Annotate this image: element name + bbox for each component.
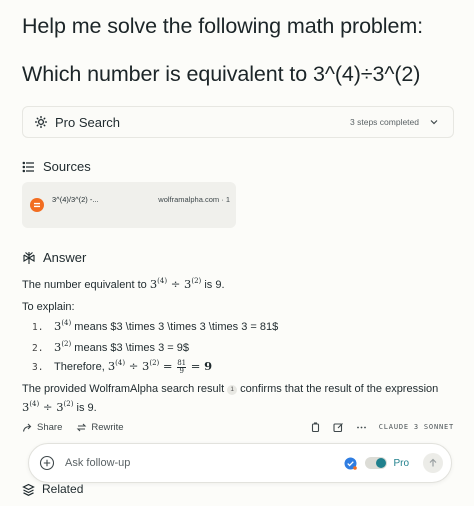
share-button[interactable]: Share: [22, 422, 62, 433]
closing-text: The provided WolframAlpha search result: [22, 383, 225, 395]
sources-heading: Sources: [22, 159, 91, 174]
list-number: 3.: [32, 362, 44, 373]
pro-toggle[interactable]: [365, 457, 388, 469]
list-text: means $3 \times 3 = 9$: [71, 342, 189, 354]
list-item: 1. 3(4) means $3 \times 3 \times 3 \times…: [22, 319, 278, 333]
citation-badge[interactable]: 1: [227, 385, 238, 395]
related-heading-label: Related: [42, 482, 84, 496]
layers-icon: [22, 483, 35, 496]
followup-input[interactable]: [65, 457, 325, 469]
perplexity-logo-icon: [22, 251, 36, 265]
list-number: 2.: [32, 343, 44, 354]
steps-completed-text: 3 steps completed: [350, 117, 419, 127]
question-line-1: Help me solve the following math problem…: [22, 14, 424, 38]
pro-search-label: Pro Search: [55, 114, 121, 130]
answer-intro-text: The number equivalent to: [22, 279, 150, 291]
math-equation: 3(4) ÷ 3(2) = 81 9 = 9: [107, 358, 213, 375]
more-icon[interactable]: [356, 422, 367, 433]
add-attachment-icon[interactable]: [39, 455, 55, 471]
check-badge-icon: [344, 457, 358, 470]
answer-heading-label: Answer: [43, 250, 87, 265]
answer-intro-end: is 9.: [201, 279, 225, 291]
closing-end-text: is 9.: [73, 402, 97, 414]
toolbar-right: CLAUDE 3 SONNET: [298, 421, 454, 433]
copy-icon[interactable]: [310, 421, 321, 433]
wolframalpha-favicon-icon: [30, 198, 44, 212]
math-expression: 3(4) ÷ 3(2): [149, 277, 202, 291]
followup-bar: Pro: [28, 443, 452, 483]
pro-label: Pro: [393, 457, 409, 469]
rewrite-icon: [76, 422, 87, 433]
answer-toolbar: Share Rewrite CLAUDE 3 SONNET: [22, 420, 454, 434]
answer-closing-end: 3(4) ÷ 3(2) is 9.: [22, 400, 97, 414]
closing-text-2: confirms that the result of the expressi…: [240, 383, 439, 395]
list-number: 1.: [32, 322, 44, 333]
share-label: Share: [37, 421, 63, 433]
model-badge: CLAUDE 3 SONNET: [378, 423, 454, 431]
source-card[interactable]: 3^(4)/3^(2) -... wolframalpha.com · 1: [22, 182, 236, 228]
toggle-knob: [376, 458, 387, 468]
rewrite-button[interactable]: Rewrite: [76, 421, 124, 433]
sources-heading-label: Sources: [43, 159, 91, 174]
list-icon: [22, 160, 36, 174]
arrow-up-icon: [429, 458, 437, 467]
related-heading: Related: [22, 482, 83, 496]
sparkle-gear-icon: [34, 115, 48, 129]
answer-heading: Answer: [22, 250, 86, 265]
list-text: Therefore,: [54, 361, 108, 373]
answer-intro: The number equivalent to 3(4) ÷ 3(2) is …: [22, 274, 462, 292]
share-icon: [22, 422, 33, 433]
answer-closing: The provided WolframAlpha search result 1…: [22, 382, 462, 396]
list-item: 2. 3(2) means $3 \times 3 = 9$: [22, 340, 189, 354]
rewrite-label: Rewrite: [91, 421, 124, 433]
source-site: wolframalpha.com · 1: [158, 195, 230, 204]
source-title: 3^(4)/3^(2) -...: [52, 195, 99, 204]
submit-button[interactable]: [423, 453, 443, 473]
list-item: 3. Therefore, 3(4) ÷ 3(2) = 81 9 = 9: [22, 359, 212, 375]
pro-search-panel[interactable]: Pro Search 3 steps completed: [22, 106, 454, 138]
edit-icon[interactable]: [333, 422, 344, 433]
chevron-down-icon[interactable]: [429, 117, 439, 127]
question-line-2: Which number is equivalent to 3^(4)÷3^(2…: [22, 62, 421, 86]
list-text: means $3 \times 3 \times 3 \times 3 = 81…: [71, 321, 279, 333]
explain-label: To explain:: [22, 301, 75, 313]
fraction: 81 9: [177, 358, 187, 375]
